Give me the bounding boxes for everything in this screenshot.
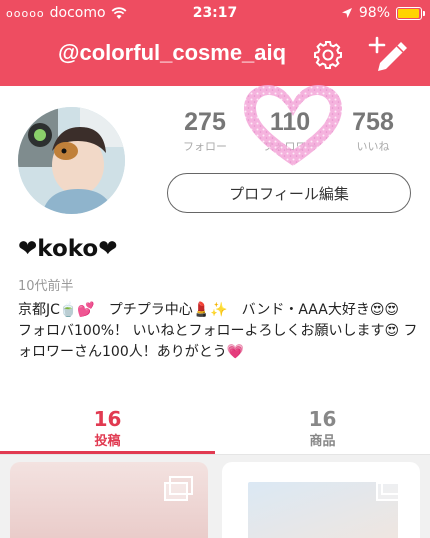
battery-icon	[396, 6, 425, 20]
likes-stat[interactable]: 758 いいね	[338, 108, 408, 154]
compose-post-icon[interactable]	[368, 36, 410, 74]
followers-stat[interactable]: 110 フォロワー	[255, 108, 325, 154]
tab-posts[interactable]: 16 投稿	[0, 408, 215, 454]
tab-products[interactable]: 16 商品	[215, 408, 430, 454]
products-label: 商品	[309, 434, 336, 449]
multiple-images-icon	[164, 476, 193, 501]
following-label: フォロー	[183, 140, 227, 153]
post-thumbnail[interactable]	[222, 462, 420, 538]
battery-percent: 98%	[358, 5, 390, 21]
age-group: 10代前半	[18, 279, 74, 294]
following-stat[interactable]: 275 フォロー	[170, 108, 240, 154]
status-bar: ooooo docomo 23:17 98%	[0, 0, 430, 28]
battery-fill	[398, 8, 419, 18]
gear-icon[interactable]	[313, 40, 343, 70]
products-count: 16	[308, 407, 337, 431]
avatar-photo	[18, 107, 125, 214]
edit-profile-button[interactable]: プロフィール編集	[167, 173, 411, 213]
followers-count: 110	[269, 108, 311, 136]
profile-stats: 275 フォロー 110 フォロワー 758 いいね	[170, 108, 410, 158]
avatar[interactable]	[18, 107, 125, 214]
likes-label: いいね	[356, 140, 390, 153]
posts-count: 16	[93, 407, 122, 431]
profile-tabs: 16 投稿 16 商品	[0, 408, 430, 454]
profile-name: ❤koko❤	[18, 236, 118, 262]
post-thumbnail[interactable]	[10, 462, 208, 538]
posts-label: 投稿	[94, 434, 121, 449]
status-right: 98%	[341, 5, 425, 21]
followers-label: フォロワー	[262, 140, 318, 153]
header-username: @colorful_cosme_aiq	[58, 40, 287, 65]
likes-count: 758	[352, 108, 394, 136]
following-count: 275	[184, 108, 226, 136]
multiple-images-icon	[376, 476, 405, 501]
profile-bio: 京都JC🍵💕 プチプラ中心💄✨ バンド・AAA大好き😍😍 フォロバ100%！ い…	[18, 302, 418, 360]
app-header: ooooo docomo 23:17 98% @colorful_cosme_a…	[0, 0, 430, 86]
location-arrow-icon	[341, 8, 352, 18]
